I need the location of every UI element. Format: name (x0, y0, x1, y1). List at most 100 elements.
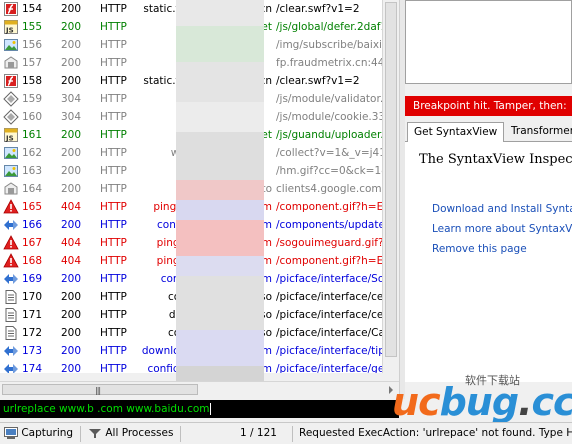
protocol: HTTP (100, 273, 127, 285)
redaction-mosaic (176, 0, 264, 390)
flash-icon (3, 73, 19, 89)
session-number: 173 (22, 345, 43, 357)
vertical-scroll-thumb[interactable] (385, 2, 397, 357)
result-code: 200 (61, 219, 82, 231)
image-icon (3, 145, 19, 161)
url: /picface/interface/tipli (276, 345, 382, 357)
url: /clear.swf?v1=2 (276, 75, 360, 87)
document-icon (3, 307, 19, 323)
result-code: 200 (61, 309, 82, 321)
session-number: 163 (22, 165, 43, 177)
url: /sogouimeguard.gif?h (276, 237, 382, 249)
url: /picface/interface/Car (276, 327, 382, 339)
session-number: 154 (22, 3, 43, 15)
session-number: 166 (22, 219, 43, 231)
session-number: 172 (22, 327, 43, 339)
result-code: 200 (61, 345, 82, 357)
tab-get-syntaxview[interactable]: Get SyntaxView (407, 122, 505, 144)
result-code: 304 (61, 93, 82, 105)
horizontal-scroll-thumb[interactable]: ||| (2, 384, 198, 395)
breakpoint-bar: Breakpoint hit. Tamper, then: (405, 96, 572, 116)
tunnel-icon (3, 181, 19, 197)
tab-transformer[interactable]: Transformer (505, 122, 572, 141)
protocol: HTTP (100, 291, 127, 303)
protocol: HTTP (100, 147, 127, 159)
protocol: HTTP (100, 57, 127, 69)
ucbug-logo: ucbug.cc (392, 380, 572, 424)
result-code: 200 (61, 129, 82, 141)
result-code: 304 (61, 111, 82, 123)
protocol: HTTP (100, 93, 127, 105)
url: /js/module/cookie.330 (276, 111, 382, 123)
result-code: 200 (61, 39, 82, 51)
url: /picface/interface/Sog (276, 273, 382, 285)
url: /hm.gif?cc=0&ck=1&c (276, 165, 382, 177)
protocol: HTTP (100, 21, 127, 33)
protocol: HTTP (100, 345, 127, 357)
result-code: 200 (61, 57, 82, 69)
arrows-icon (3, 217, 19, 233)
inspector-tabs: Get SyntaxView Transformer (405, 120, 572, 144)
js-icon: JS (3, 19, 19, 35)
url: /component.gif?h=EC (276, 255, 382, 267)
remove-page-link[interactable]: Remove this page (432, 243, 527, 255)
panel-heading: The SyntaxView Inspector (419, 152, 572, 167)
result-code: 200 (61, 291, 82, 303)
flash-icon (3, 1, 19, 17)
protocol: HTTP (100, 75, 127, 87)
protocol: HTTP (100, 3, 127, 15)
result-code: 200 (61, 3, 82, 15)
session-number: 165 (22, 201, 43, 213)
result-code: 200 (61, 75, 82, 87)
capturing-toggle[interactable]: Capturing (4, 423, 73, 444)
horizontal-scrollbar[interactable]: ||| (0, 381, 399, 398)
svg-text:JS: JS (5, 135, 14, 143)
result-code: 200 (61, 327, 82, 339)
url: /component.gif?h=EC (276, 201, 382, 213)
session-count: 1 / 121 (240, 427, 277, 439)
arrows-icon (3, 271, 19, 287)
protocol: HTTP (100, 219, 127, 231)
session-number: 160 (22, 111, 43, 123)
url: /img/subscribe/baixing (276, 39, 382, 51)
protocol: HTTP (100, 129, 127, 141)
session-number: 156 (22, 39, 43, 51)
session-number: 169 (22, 273, 43, 285)
session-number: 174 (22, 363, 43, 373)
url: clients4.google.com:4 (276, 183, 382, 195)
quickexec-input[interactable]: urlreplace www.b .com www.baidu.com (0, 400, 399, 418)
status-message: Requested ExecAction: 'urlrepace' not fo… (299, 427, 572, 439)
url: fp.fraudmetrix.cn:443 (276, 57, 382, 69)
svg-text:JS: JS (5, 27, 14, 35)
warning-icon (3, 235, 19, 251)
result-code: 200 (61, 273, 82, 285)
protocol: HTTP (100, 111, 127, 123)
learn-more-link[interactable]: Learn more about SyntaxView (432, 223, 572, 235)
session-number: 161 (22, 129, 43, 141)
capturing-label: Capturing (21, 427, 74, 439)
cache-icon (3, 91, 19, 107)
grip-icon: ||| (95, 386, 101, 395)
url: /js/guandu/uploader.c (276, 129, 382, 141)
result-code: 200 (61, 147, 82, 159)
image-icon (3, 37, 19, 53)
session-number: 170 (22, 291, 43, 303)
image-icon (3, 163, 19, 179)
document-icon (3, 325, 19, 341)
vertical-scrollbar[interactable] (382, 0, 400, 373)
capture-icon (4, 427, 18, 439)
result-code: 200 (61, 183, 82, 195)
command-text: urlreplace www.b .com www.baidu.com (3, 403, 210, 415)
result-code: 404 (61, 237, 82, 249)
process-filter[interactable]: All Processes (88, 423, 173, 444)
session-number: 168 (22, 255, 43, 267)
protocol: HTTP (100, 363, 127, 373)
protocol: HTTP (100, 255, 127, 267)
url: /collect?v=1&_v=j418 (276, 147, 382, 159)
session-number: 171 (22, 309, 43, 321)
protocol: HTTP (100, 327, 127, 339)
tunnel-icon (3, 55, 19, 71)
session-number: 164 (22, 183, 43, 195)
download-syntaxview-link[interactable]: Download and Install SyntaxView (432, 203, 572, 215)
session-number: 157 (22, 57, 43, 69)
